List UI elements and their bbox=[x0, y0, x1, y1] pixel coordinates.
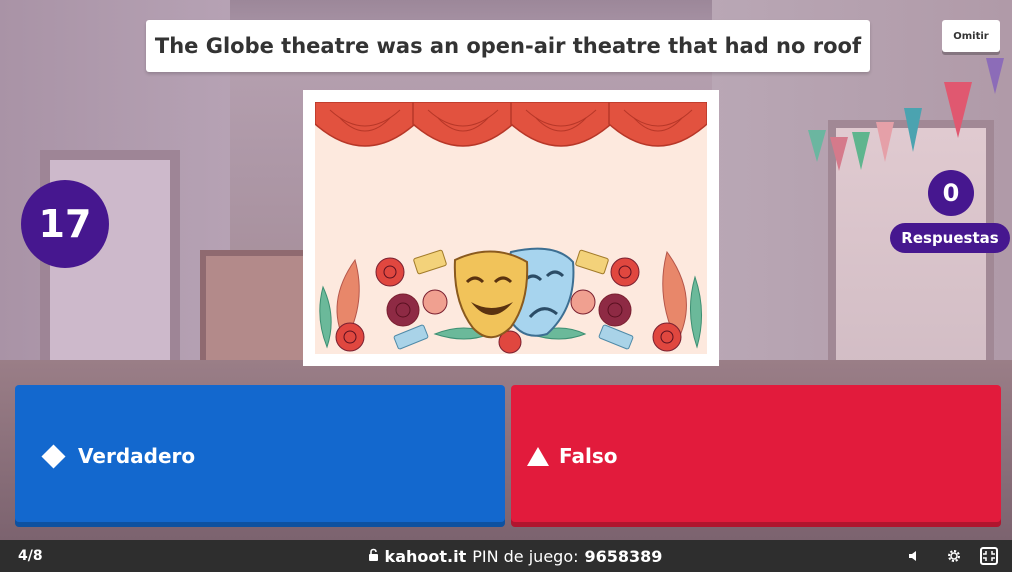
cork-board bbox=[200, 250, 317, 372]
bunting-flag bbox=[830, 137, 848, 171]
exit-fullscreen-icon[interactable] bbox=[977, 540, 1001, 572]
question-image bbox=[303, 90, 719, 366]
bunting-flag bbox=[986, 58, 1004, 94]
pin-value: 9658389 bbox=[584, 546, 663, 566]
volume-icon[interactable] bbox=[904, 540, 924, 572]
triangle-icon bbox=[527, 446, 549, 466]
pin-label: PIN de juego: bbox=[472, 546, 579, 566]
answers-count-value: 0 bbox=[942, 179, 960, 207]
question-progress: 4/8 bbox=[18, 548, 43, 564]
timer-value: 17 bbox=[38, 202, 92, 246]
question-text: The Globe theatre was an open-air theatr… bbox=[154, 34, 862, 58]
lock-icon bbox=[368, 547, 379, 566]
skip-button[interactable]: Omitir bbox=[942, 20, 1000, 52]
theatre-illustration bbox=[315, 102, 707, 354]
bunting-flag bbox=[808, 130, 826, 162]
bunting-flag bbox=[944, 82, 972, 138]
diamond-icon bbox=[41, 443, 66, 469]
answer-label-true: Verdadero bbox=[78, 444, 196, 468]
theatre-masks-illustration bbox=[315, 102, 707, 354]
gear-icon[interactable] bbox=[942, 540, 966, 572]
bunting-flag bbox=[852, 132, 870, 170]
answer-option-true[interactable]: Verdadero bbox=[15, 385, 505, 527]
answer-label-false: Falso bbox=[559, 444, 618, 468]
question-card: The Globe theatre was an open-air theatr… bbox=[146, 20, 870, 72]
bottom-status-bar: 4/8 kahoot.it PIN de juego: 9658389 bbox=[0, 540, 1012, 572]
site-name: kahoot.it bbox=[384, 546, 467, 566]
answers-label-text: Respuestas bbox=[901, 229, 999, 247]
bunting-flag bbox=[904, 108, 922, 152]
answer-option-false[interactable]: Falso bbox=[511, 385, 1001, 527]
bunting-flag bbox=[876, 122, 894, 162]
countdown-timer: 17 bbox=[21, 180, 109, 268]
game-pin-info: kahoot.it PIN de juego: 9658389 bbox=[350, 540, 680, 572]
answers-count-badge: 0 bbox=[928, 170, 974, 216]
answers-label: Respuestas bbox=[890, 223, 1010, 253]
